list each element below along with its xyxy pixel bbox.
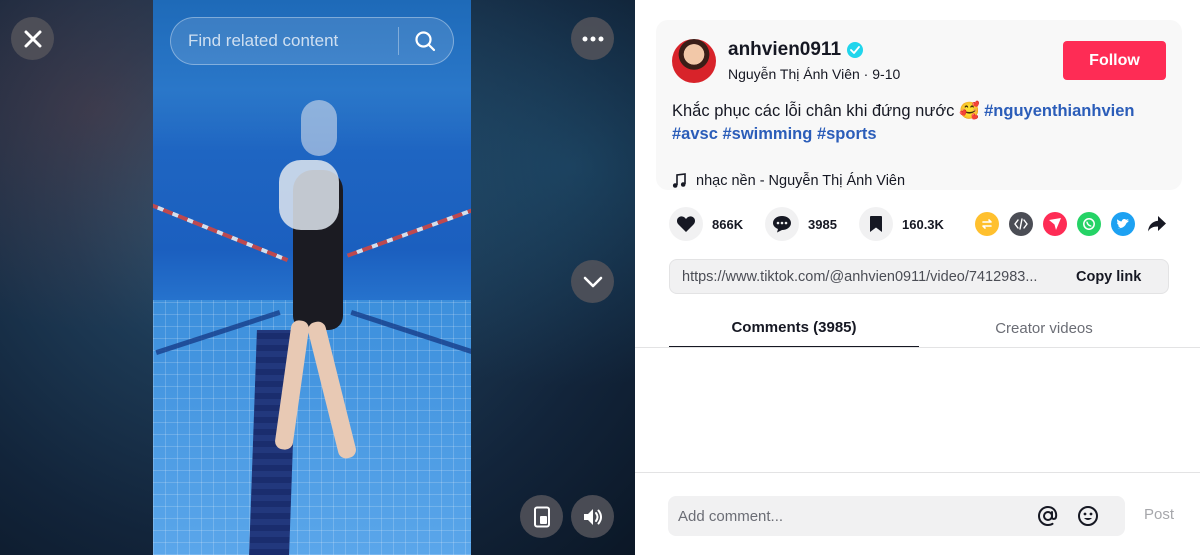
nickname: Nguyễn Thị Ánh Viên	[728, 66, 860, 82]
comment-count: 3985	[808, 216, 837, 232]
avatar[interactable]	[672, 39, 716, 83]
more-options-button[interactable]	[571, 17, 614, 60]
mini-player-icon	[533, 506, 550, 527]
next-video-button[interactable]	[571, 260, 614, 303]
save-action[interactable]: 160.3K	[859, 207, 944, 241]
close-button[interactable]	[11, 17, 54, 60]
caption: Khắc phục các lỗi chân khi đứng nước 🥰 #…	[672, 100, 1172, 146]
related-search-box[interactable]	[170, 17, 454, 65]
swimmer-arm	[279, 160, 339, 230]
heart-icon	[676, 216, 696, 232]
side-pane: anhvien0911 Nguyễn Thị Ánh Viên · 9-10 F…	[635, 0, 1200, 555]
search-button[interactable]	[399, 17, 451, 65]
emoji-button[interactable]	[1068, 496, 1108, 536]
repost-icon[interactable]	[975, 212, 999, 236]
emoji-icon	[1078, 506, 1098, 526]
embed-icon[interactable]	[1009, 212, 1033, 236]
comment-input[interactable]	[668, 507, 1028, 525]
mini-player-button[interactable]	[520, 495, 563, 538]
verified-icon	[847, 42, 864, 58]
music-note-icon	[672, 173, 686, 188]
like-button[interactable]	[669, 207, 703, 241]
hashtag-link[interactable]: #avsc	[672, 125, 718, 143]
post-date: 9-10	[872, 66, 901, 82]
video-link-box: https://www.tiktok.com/@anhvien0911/vide…	[669, 259, 1169, 294]
whatsapp-icon[interactable]	[1077, 212, 1101, 236]
at-mention-icon	[1037, 505, 1058, 527]
lane-rope-left	[153, 202, 289, 262]
hashtag-link[interactable]: #nguyenthianhvien	[984, 102, 1134, 120]
caption-text: Khắc phục các lỗi chân khi đứng nước 🥰	[672, 102, 980, 120]
copy-link-button[interactable]: Copy link	[1062, 269, 1141, 285]
save-count: 160.3K	[902, 216, 944, 232]
username-row[interactable]: anhvien0911	[728, 39, 864, 61]
comment-tabs: Comments (3985) Creator videos	[669, 308, 1169, 348]
username[interactable]: anhvien0911	[728, 39, 841, 61]
volume-icon	[583, 508, 602, 525]
more-horizontal-icon	[582, 36, 603, 41]
nickname-date-separator: ·	[859, 66, 873, 82]
like-action[interactable]: 866K	[669, 207, 743, 241]
hashtag-link[interactable]: #sports	[817, 125, 877, 143]
tab-comments[interactable]: Comments (3985)	[669, 308, 919, 348]
close-icon	[24, 30, 41, 47]
music-link[interactable]: nhạc nền - Nguyễn Thị Ánh Viên	[672, 173, 905, 189]
lane-rope-right	[346, 202, 471, 258]
video-url[interactable]: https://www.tiktok.com/@anhvien0911/vide…	[670, 269, 1062, 285]
comment-action[interactable]: 3985	[765, 207, 837, 241]
comment-button[interactable]	[765, 207, 799, 241]
video-pane	[0, 0, 635, 555]
search-icon	[415, 31, 436, 52]
like-count: 866K	[712, 216, 744, 232]
mention-button[interactable]	[1028, 496, 1068, 536]
twitter-icon[interactable]	[1111, 212, 1135, 236]
video-player[interactable]	[153, 0, 471, 555]
volume-button[interactable]	[571, 495, 614, 538]
video-info-card: anhvien0911 Nguyễn Thị Ánh Viên · 9-10 F…	[656, 20, 1182, 190]
hashtag-link[interactable]: #swimming	[722, 125, 812, 143]
follow-button[interactable]: Follow	[1063, 41, 1166, 80]
comment-input-box[interactable]	[668, 496, 1125, 536]
share-more-icon[interactable]	[1145, 212, 1169, 236]
swimmer-head	[301, 100, 337, 156]
tabs-divider	[635, 347, 1200, 348]
music-label: nhạc nền - Nguyễn Thị Ánh Viên	[696, 173, 906, 189]
comment-bar-divider	[635, 472, 1200, 473]
chevron-down-icon	[583, 276, 602, 287]
action-bar: 866K 3985 160.3K	[669, 207, 1169, 243]
save-button[interactable]	[859, 207, 893, 241]
nickname-line: Nguyễn Thị Ánh Viên · 9-10	[728, 66, 900, 82]
post-comment-button[interactable]: Post	[1144, 506, 1174, 523]
bookmark-icon	[870, 216, 882, 232]
related-search-input[interactable]	[188, 31, 398, 51]
comment-icon	[773, 216, 791, 233]
tab-creator-videos[interactable]: Creator videos	[919, 308, 1169, 348]
send-to-friends-icon[interactable]	[1043, 212, 1067, 236]
